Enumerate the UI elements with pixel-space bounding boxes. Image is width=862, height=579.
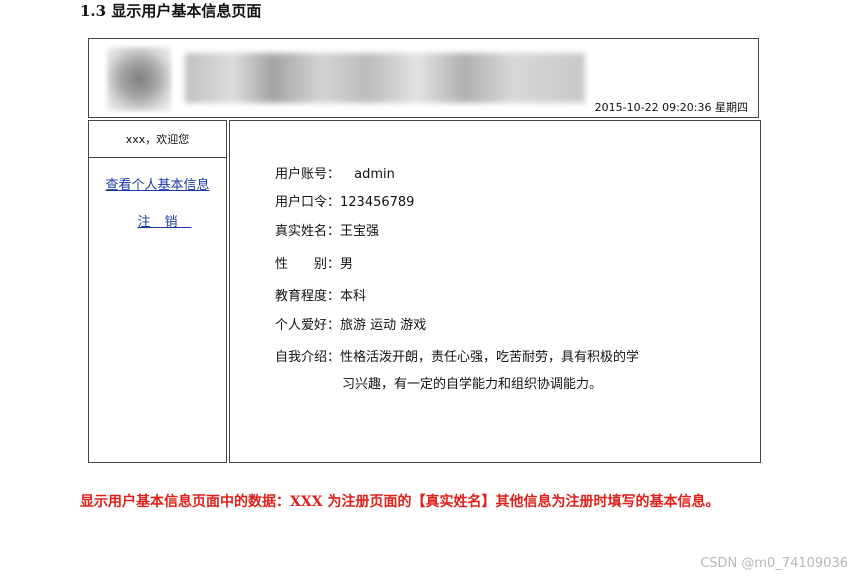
account-value: admin xyxy=(354,167,395,182)
realname-label: 真实姓名： xyxy=(275,224,341,239)
gender-row: 性 别：男 xyxy=(275,253,353,272)
realname-row: 真实姓名：王宝强 xyxy=(275,220,379,239)
intro-line-1: 性格活泼开朗，责任心强，吃苦耐劳，具有积极的学 xyxy=(340,350,640,365)
hobby-label: 个人爱好： xyxy=(275,318,341,333)
banner-datetime: 2015-10-22 09:20:36 星期四 xyxy=(594,101,748,114)
gender-label: 性 别： xyxy=(275,257,341,272)
account-label: 用户账号： xyxy=(275,167,341,182)
blurred-logo-image xyxy=(107,47,171,111)
section-heading: 1.3 显示用户基本信息页面 xyxy=(80,2,262,20)
page-banner: 2015-10-22 09:20:36 星期四 xyxy=(88,38,759,118)
welcome-text: xxx，欢迎您 xyxy=(89,121,226,158)
password-value: 123456789 xyxy=(340,195,415,210)
education-value: 本科 xyxy=(340,289,367,304)
csdn-watermark: CSDN @m0_74109036 xyxy=(700,556,848,571)
intro-label: 自我介绍： xyxy=(275,350,341,365)
logout-link[interactable]: 注销 xyxy=(89,211,226,230)
hobby-row: 个人爱好：旅游 运动 游戏 xyxy=(275,314,426,333)
intro-continuation: 习兴趣，有一定的自学能力和组织协调能力。 xyxy=(342,377,603,392)
blurred-banner-title xyxy=(185,53,585,103)
hobby-value: 旅游 运动 游戏 xyxy=(340,318,427,333)
intro-row: 自我介绍：性格活泼开朗，责任心强，吃苦耐劳，具有积极的学 xyxy=(275,346,639,365)
view-personal-info-link[interactable]: 查看个人基本信息 xyxy=(89,174,226,193)
account-row: 用户账号： admin xyxy=(275,163,395,182)
education-row: 教育程度：本科 xyxy=(275,285,366,304)
explanatory-note: 显示用户基本信息页面中的数据：XXX 为注册页面的【真实姓名】其他信息为注册时填… xyxy=(80,494,720,510)
user-info-panel: 用户账号： admin 用户口令：123456789 真实姓名：王宝强 性 别：… xyxy=(229,120,761,463)
realname-value: 王宝强 xyxy=(340,224,380,239)
education-label: 教育程度： xyxy=(275,289,341,304)
password-label: 用户口令： xyxy=(275,195,341,210)
password-row: 用户口令：123456789 xyxy=(275,191,414,210)
gender-value: 男 xyxy=(340,257,354,272)
sidebar: xxx，欢迎您 查看个人基本信息 注销 xyxy=(88,120,227,463)
